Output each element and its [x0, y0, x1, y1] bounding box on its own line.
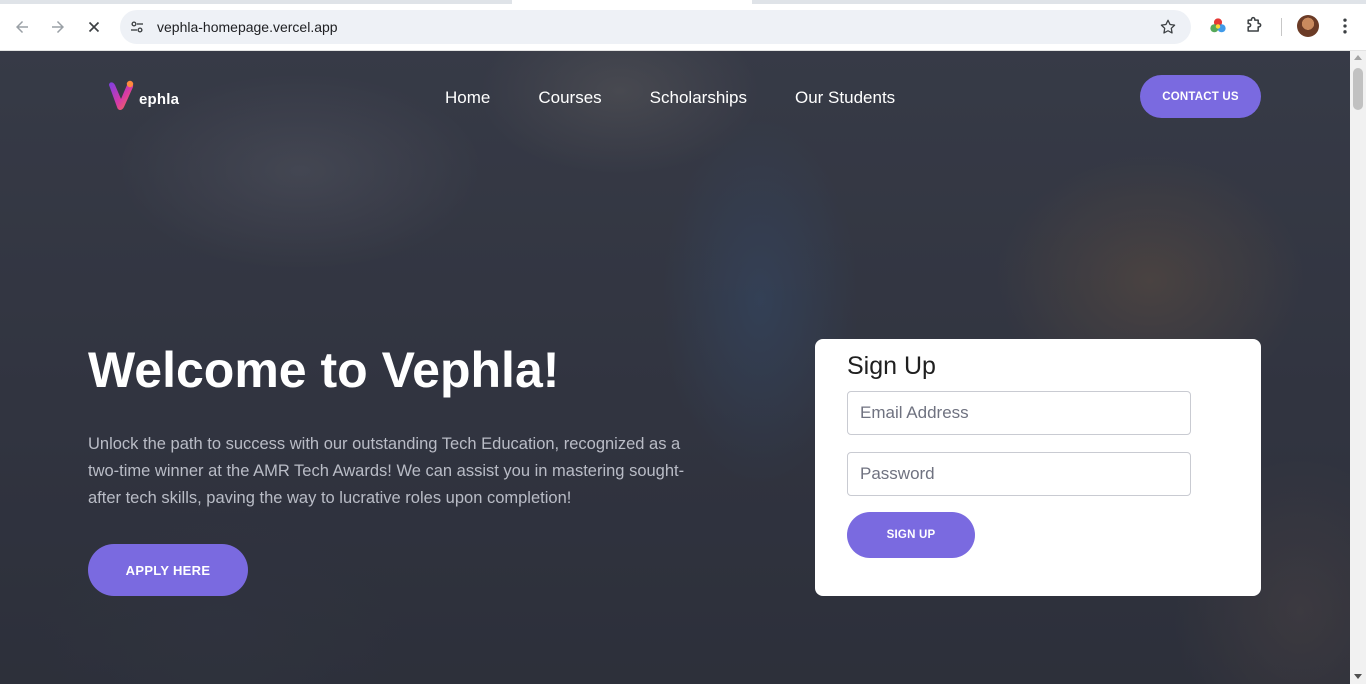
nav-link-courses[interactable]: Courses [538, 88, 601, 108]
nav-link-home[interactable]: Home [445, 88, 490, 108]
signup-title: Sign Up [847, 352, 936, 380]
main-navigation: Home Courses Scholarships Our Students [445, 88, 943, 108]
hero-title: Welcome to Vephla! [88, 342, 560, 398]
address-url[interactable]: vephla-homepage.vercel.app [157, 19, 338, 35]
scroll-up-arrow-icon[interactable] [1354, 55, 1362, 60]
hero-description: Unlock the path to success with our outs… [88, 435, 685, 507]
address-bar[interactable]: vephla-homepage.vercel.app [120, 10, 1191, 44]
nav-link-our-students[interactable]: Our Students [795, 88, 895, 108]
toolbar-divider [1281, 18, 1282, 36]
email-field[interactable] [847, 391, 1191, 435]
color-extension-icon[interactable] [1207, 15, 1229, 37]
vephla-logo[interactable]: ephla [106, 77, 186, 113]
contact-us-button[interactable]: CONTACT US [1140, 75, 1261, 118]
logo-wordmark: ephla [139, 91, 180, 108]
kebab-menu-icon[interactable] [1334, 15, 1356, 37]
profile-avatar-icon[interactable] [1297, 15, 1319, 37]
sign-up-button[interactable]: SIGN UP [847, 512, 975, 558]
active-tab[interactable] [512, 0, 752, 4]
vephla-logo-mark-icon [109, 80, 134, 110]
stop-loading-icon[interactable] [80, 13, 108, 41]
signup-card: Sign Up SIGN UP [815, 339, 1261, 596]
extensions-puzzle-icon[interactable] [1243, 15, 1265, 37]
back-arrow-icon[interactable] [8, 13, 36, 41]
browser-toolbar: vephla-homepage.vercel.app [0, 0, 1366, 51]
scroll-thumb[interactable] [1353, 68, 1363, 110]
scroll-down-arrow-icon[interactable] [1354, 674, 1362, 679]
forward-arrow-icon[interactable] [44, 13, 72, 41]
tab-strip [0, 0, 1366, 4]
bookmark-star-icon[interactable] [1159, 18, 1177, 36]
site-settings-icon[interactable] [128, 18, 146, 36]
password-field[interactable] [847, 452, 1191, 496]
nav-link-scholarships[interactable]: Scholarships [650, 88, 747, 108]
hero-section: ephla Home Courses Scholarships Our Stud… [0, 51, 1350, 684]
apply-here-button[interactable]: APPLY HERE [88, 544, 248, 596]
page-scrollbar[interactable] [1350, 51, 1366, 684]
